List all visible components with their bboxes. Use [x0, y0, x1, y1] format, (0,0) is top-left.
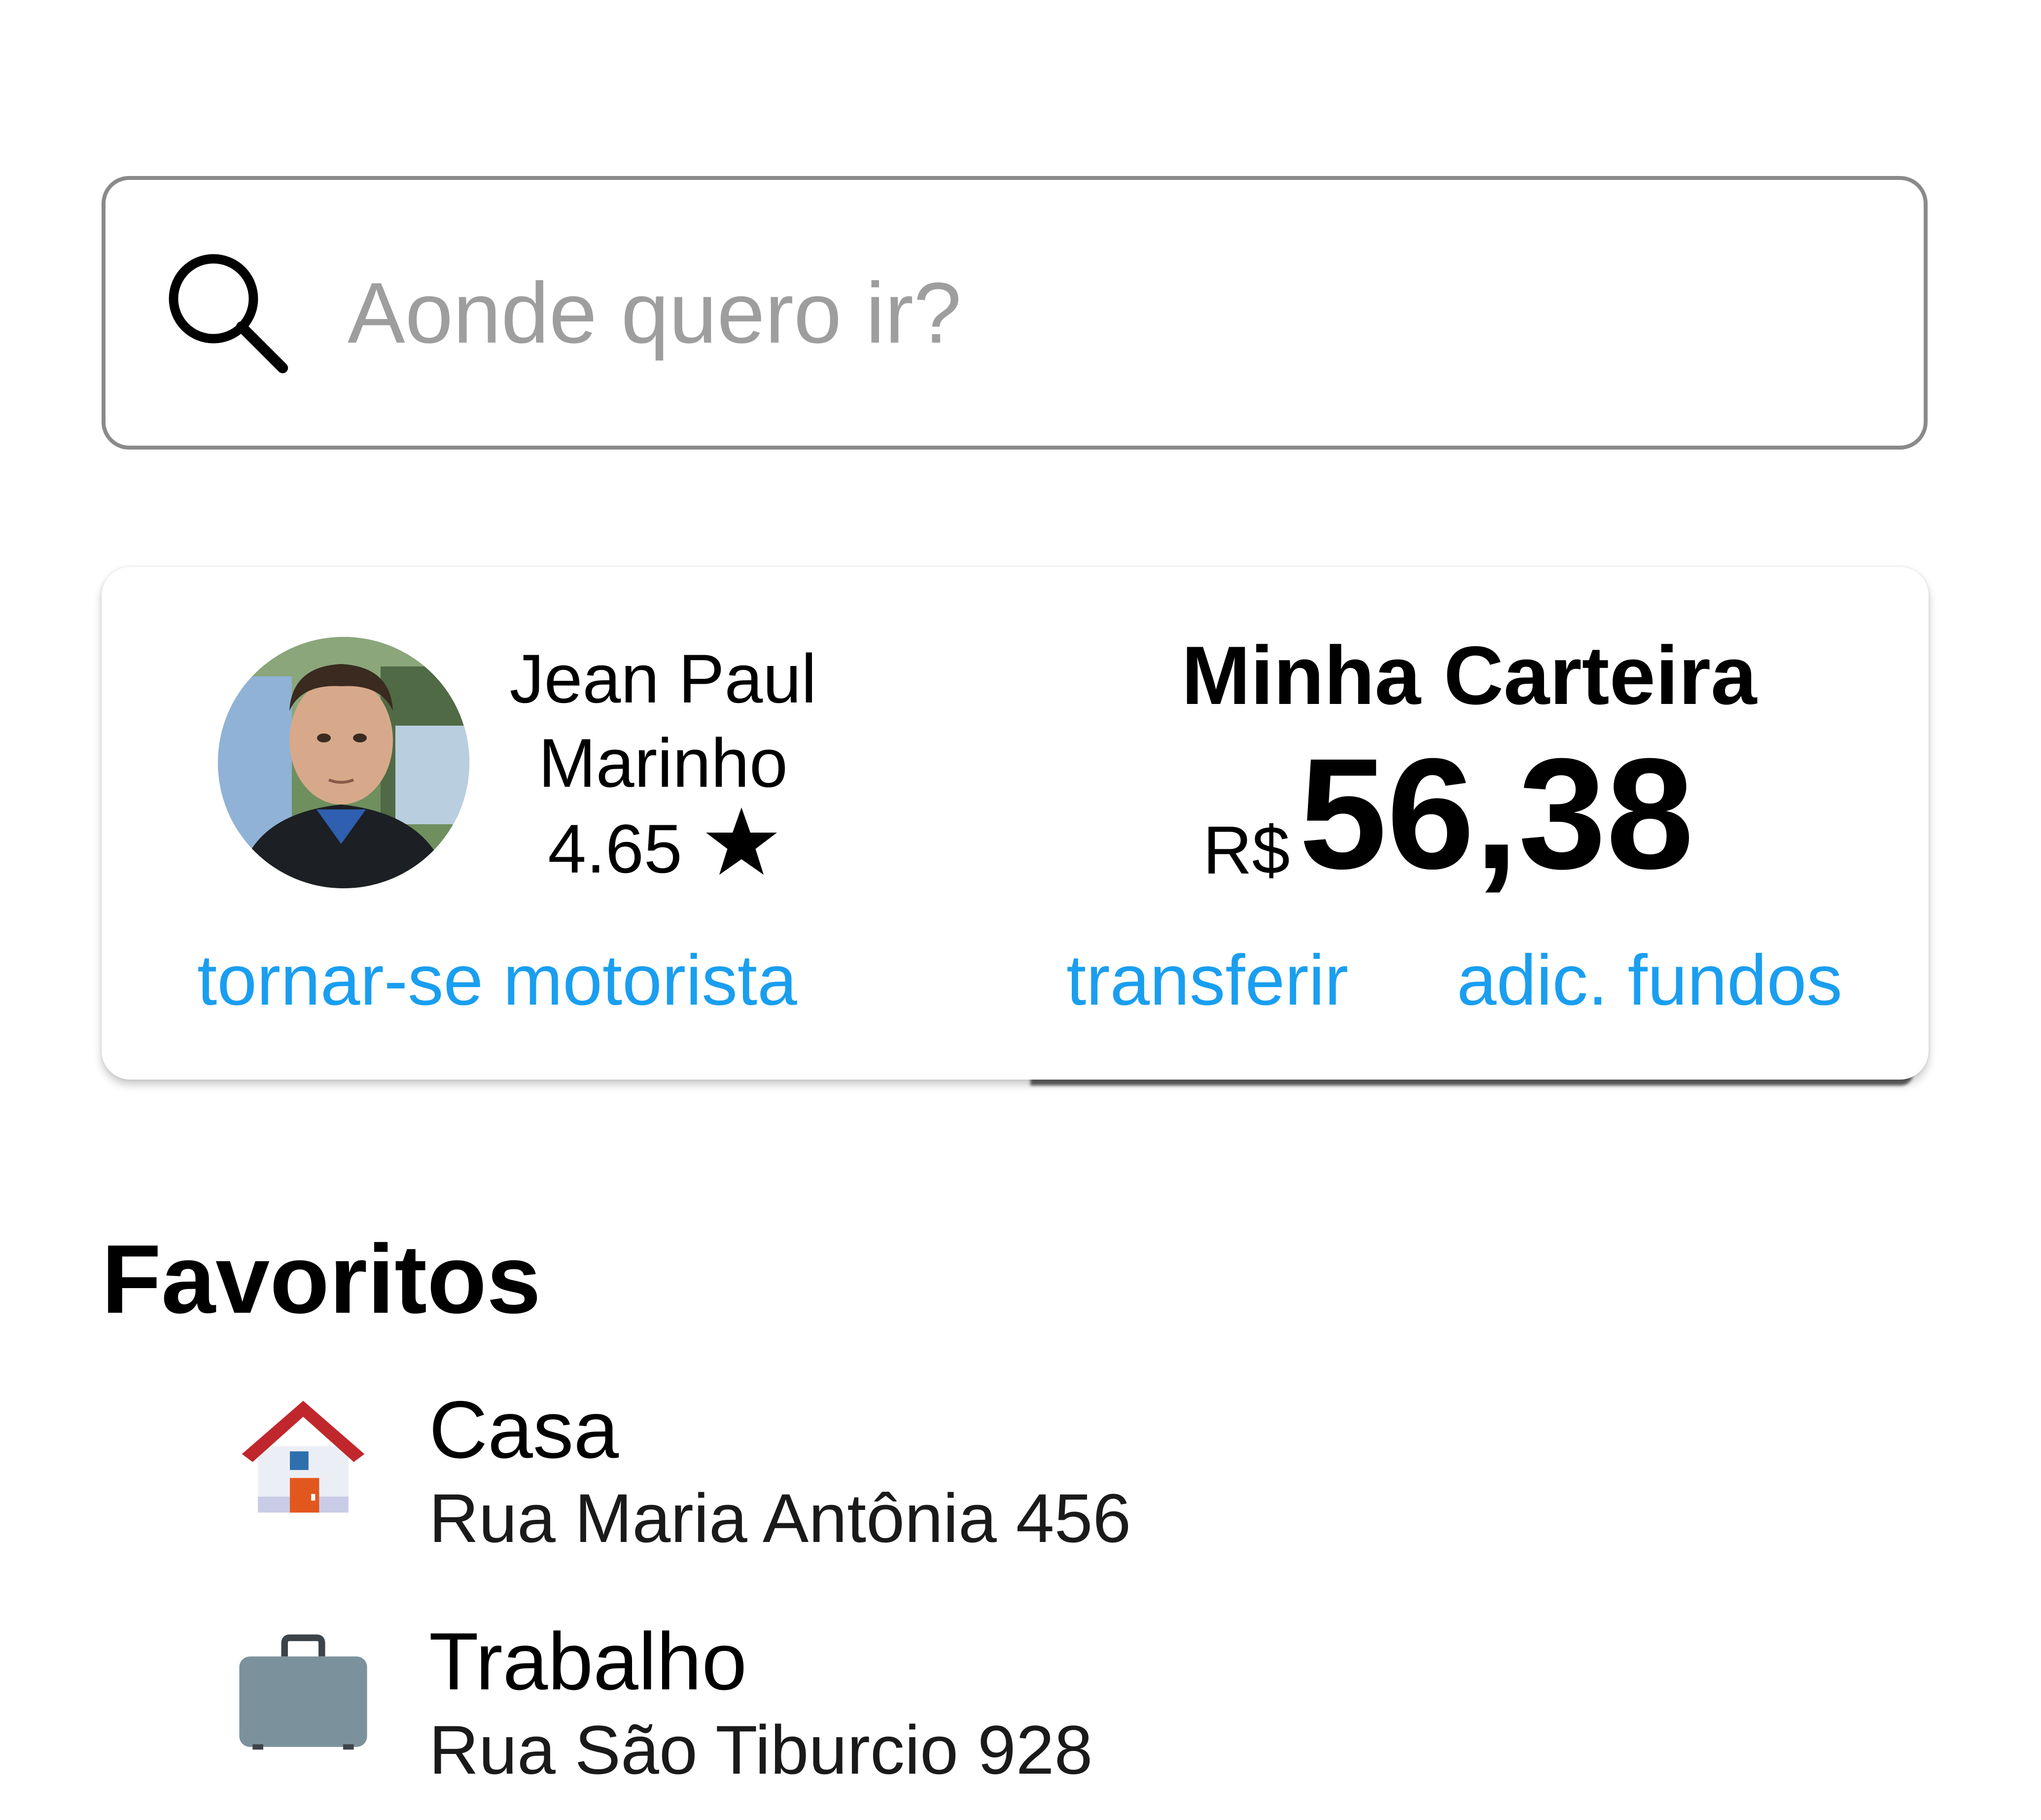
user-first-name: Jean Paul: [509, 640, 817, 717]
avatar[interactable]: [218, 637, 469, 888]
transfer-link[interactable]: transferir: [1066, 936, 1402, 1024]
rating-value: 4.65: [548, 810, 682, 887]
favorite-item-trabalho[interactable]: Trabalho Rua São Tiburcio 928: [222, 1612, 1849, 1819]
favorite-address: Rua Maria Antônia 456: [429, 1479, 1131, 1557]
avatar-photo: [218, 637, 469, 888]
search-icon: [169, 254, 288, 374]
add-funds-link[interactable]: adic. fundos: [1457, 936, 1891, 1024]
user-rating: 4.65: [473, 805, 853, 891]
favorite-name: Trabalho: [429, 1616, 747, 1707]
wallet-title: Minha Carteira: [1181, 629, 1757, 722]
briefcase-icon: [239, 1634, 367, 1750]
favorite-name: Casa: [429, 1384, 619, 1475]
wallet-currency: R$: [1203, 812, 1290, 888]
favorite-item-casa[interactable]: Casa Rua Maria Antônia 456: [222, 1380, 1849, 1587]
star-icon: [705, 807, 777, 875]
search-input[interactable]: [348, 256, 1876, 370]
become-driver-link[interactable]: tornar-se motorista: [197, 936, 887, 1024]
wallet-balance: 56,38: [1299, 725, 1694, 902]
user-last-name: Marinho: [538, 724, 788, 802]
favorites-title: Favoritos: [102, 1225, 541, 1333]
house-icon: [242, 1400, 365, 1513]
favorite-address: Rua São Tiburcio 928: [429, 1711, 1093, 1788]
